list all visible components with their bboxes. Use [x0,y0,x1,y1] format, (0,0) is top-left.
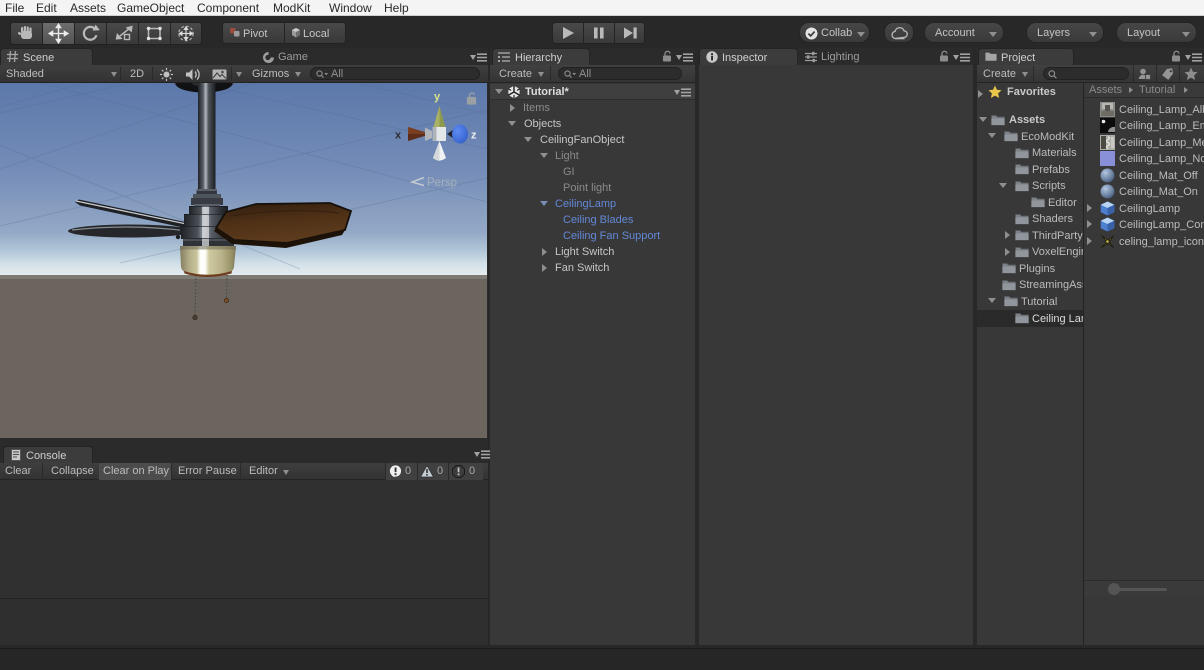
svg-text:z: z [471,130,477,142]
svg-text:y: y [434,91,441,103]
svg-text:Pivot: Pivot [243,28,267,40]
svg-text:x: x [395,130,402,142]
svg-text:Local: Local [303,28,329,40]
svg-text:Persp: Persp [427,177,457,189]
